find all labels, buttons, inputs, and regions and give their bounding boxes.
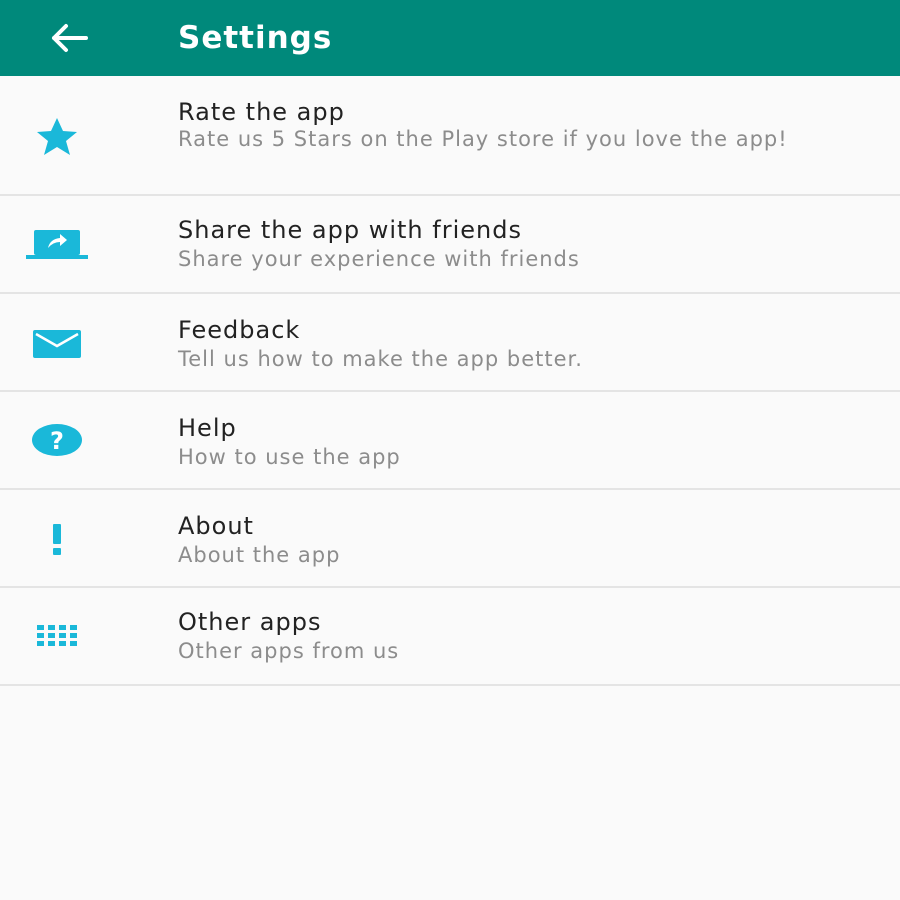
item-subtitle: Other apps from us [178, 639, 400, 663]
item-title: Feedback [178, 316, 301, 344]
page-title: Settings [178, 20, 333, 56]
settings-item-share-app[interactable]: Share the app with friends Share your ex… [0, 196, 900, 294]
app-bar: Settings [0, 0, 900, 76]
settings-item-other-apps[interactable]: Other apps Other apps from us [0, 588, 900, 686]
back-button[interactable] [38, 18, 98, 58]
arrow-back-icon [52, 24, 88, 52]
item-subtitle: Share your experience with friends [178, 247, 580, 271]
svg-text:?: ? [50, 427, 64, 455]
settings-item-about[interactable]: About About the app [0, 490, 900, 588]
item-title: About [178, 512, 254, 540]
settings-item-feedback[interactable]: Feedback Tell us how to make the app bet… [0, 294, 900, 392]
item-title: Other apps [178, 608, 322, 636]
item-subtitle: How to use the app [178, 445, 401, 469]
help-icon: ? [26, 418, 88, 462]
mail-icon [26, 322, 88, 366]
apps-grid-icon [26, 614, 88, 658]
share-screen-icon [26, 220, 88, 264]
item-subtitle: About the app [178, 543, 341, 567]
item-title: Rate the app [178, 98, 345, 126]
settings-item-help[interactable]: ? Help How to use the app [0, 392, 900, 490]
item-title: Share the app with friends [178, 216, 522, 244]
settings-list: Rate the app Rate us 5 Stars on the Play… [0, 76, 900, 686]
item-subtitle: Tell us how to make the app better. [178, 347, 583, 371]
settings-item-rate-app[interactable]: Rate the app Rate us 5 Stars on the Play… [0, 76, 900, 196]
item-title: Help [178, 414, 237, 442]
item-subtitle: Rate us 5 Stars on the Play store if you… [178, 127, 788, 151]
info-icon [26, 516, 88, 560]
star-icon [26, 114, 88, 158]
